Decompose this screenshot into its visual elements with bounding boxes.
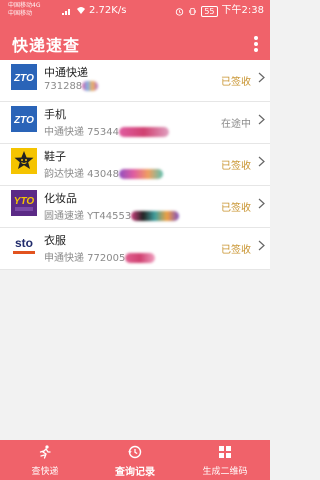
vibrate-icon	[189, 7, 197, 15]
chevron-right-icon	[258, 114, 265, 125]
svg-text:YTO: YTO	[14, 196, 35, 207]
status-label: 已签收	[221, 77, 251, 88]
svg-text:ZTO: ZTO	[13, 73, 34, 84]
item-subtitle: 中通快递 75344	[44, 123, 169, 138]
item-subtitle: 731288	[44, 81, 99, 92]
grid-icon	[219, 446, 231, 458]
signal-icon	[62, 9, 70, 15]
chevron-right-icon	[258, 72, 265, 83]
item-name: 中通快递	[44, 66, 88, 79]
zto-logo-icon: ZTO	[11, 106, 37, 132]
alarm-icon	[176, 7, 184, 16]
tab-label: 查快递	[31, 467, 59, 477]
tab-qrcode[interactable]: 生成二维码	[180, 440, 270, 480]
carrier-info: 中国移动4G 中国移动	[8, 2, 40, 18]
status-label: 已签收	[221, 203, 251, 214]
tracking-number: 申通快递 772005	[44, 253, 126, 264]
tracking-number: 圆通速递 YT44553	[44, 211, 132, 222]
svg-text:ZTO: ZTO	[13, 115, 34, 126]
status-label: 在途中	[221, 119, 251, 130]
status-label: 已签收	[221, 245, 251, 256]
list-item[interactable]: ZTO 中通快递 731288 已签收	[0, 60, 270, 102]
status-bar: 中国移动4G 中国移动 2.72K/s 55 下午2:38	[0, 0, 270, 22]
item-name: 衣服	[44, 234, 66, 247]
status-right: 55 下午2:38	[175, 4, 264, 18]
yunda-logo-icon	[11, 148, 37, 174]
list-item[interactable]: 鞋子 韵达快递 43048 已签收	[0, 144, 270, 186]
app-bar: 快递速查	[0, 22, 270, 64]
runner-icon	[39, 445, 51, 459]
chevron-right-icon	[258, 240, 265, 251]
tracking-number: 731288	[44, 81, 83, 92]
redacted-mark	[119, 127, 169, 137]
zto-logo-icon: ZTO	[11, 64, 37, 90]
more-menu-icon[interactable]	[254, 36, 258, 52]
item-name: 手机	[44, 108, 66, 121]
page-title: 快递速查	[12, 36, 81, 55]
tab-label: 查询记录	[115, 467, 155, 478]
tab-history[interactable]: 查询记录	[90, 440, 180, 480]
carrier-1: 中国移动4G	[8, 2, 41, 9]
list-item[interactable]: YTO 化妆品 圆通速递 YT44553 已签收	[0, 186, 270, 228]
carrier-2: 中国移动	[8, 10, 33, 17]
tracking-number: 中通快递 75344	[44, 127, 119, 138]
battery-level: 55	[201, 5, 218, 17]
redacted-mark	[119, 169, 163, 179]
item-subtitle: 圆通速递 YT44553	[44, 207, 180, 222]
svg-text:sto: sto	[15, 236, 33, 250]
redacted-mark	[82, 81, 99, 91]
yto-logo-icon: YTO	[11, 190, 37, 216]
chevron-right-icon	[258, 198, 265, 209]
item-subtitle: 申通快递 772005	[44, 249, 156, 264]
clock: 下午2:38	[221, 5, 264, 16]
network-speed: 2.72K/s	[89, 5, 127, 16]
item-name: 鞋子	[44, 150, 66, 163]
tab-query[interactable]: 查快递	[0, 440, 90, 480]
status-label: 已签收	[221, 161, 251, 172]
chevron-right-icon	[258, 156, 265, 167]
redacted-mark	[131, 211, 180, 221]
item-name: 化妆品	[44, 192, 77, 205]
sto-logo-icon: sto	[11, 232, 37, 258]
wifi-icon	[77, 7, 85, 14]
list-item[interactable]: ZTO 手机 中通快递 75344 在途中	[0, 102, 270, 144]
redacted-mark	[125, 253, 156, 263]
item-subtitle: 韵达快递 43048	[44, 165, 163, 180]
history-icon	[128, 445, 142, 459]
list-item[interactable]: sto 衣服 申通快递 772005 已签收	[0, 228, 270, 270]
bottom-tab-bar: 查快递 查询记录 生成二维码	[0, 440, 270, 480]
tracking-number: 韵达快递 43048	[44, 169, 119, 180]
tab-label: 生成二维码	[202, 467, 248, 477]
